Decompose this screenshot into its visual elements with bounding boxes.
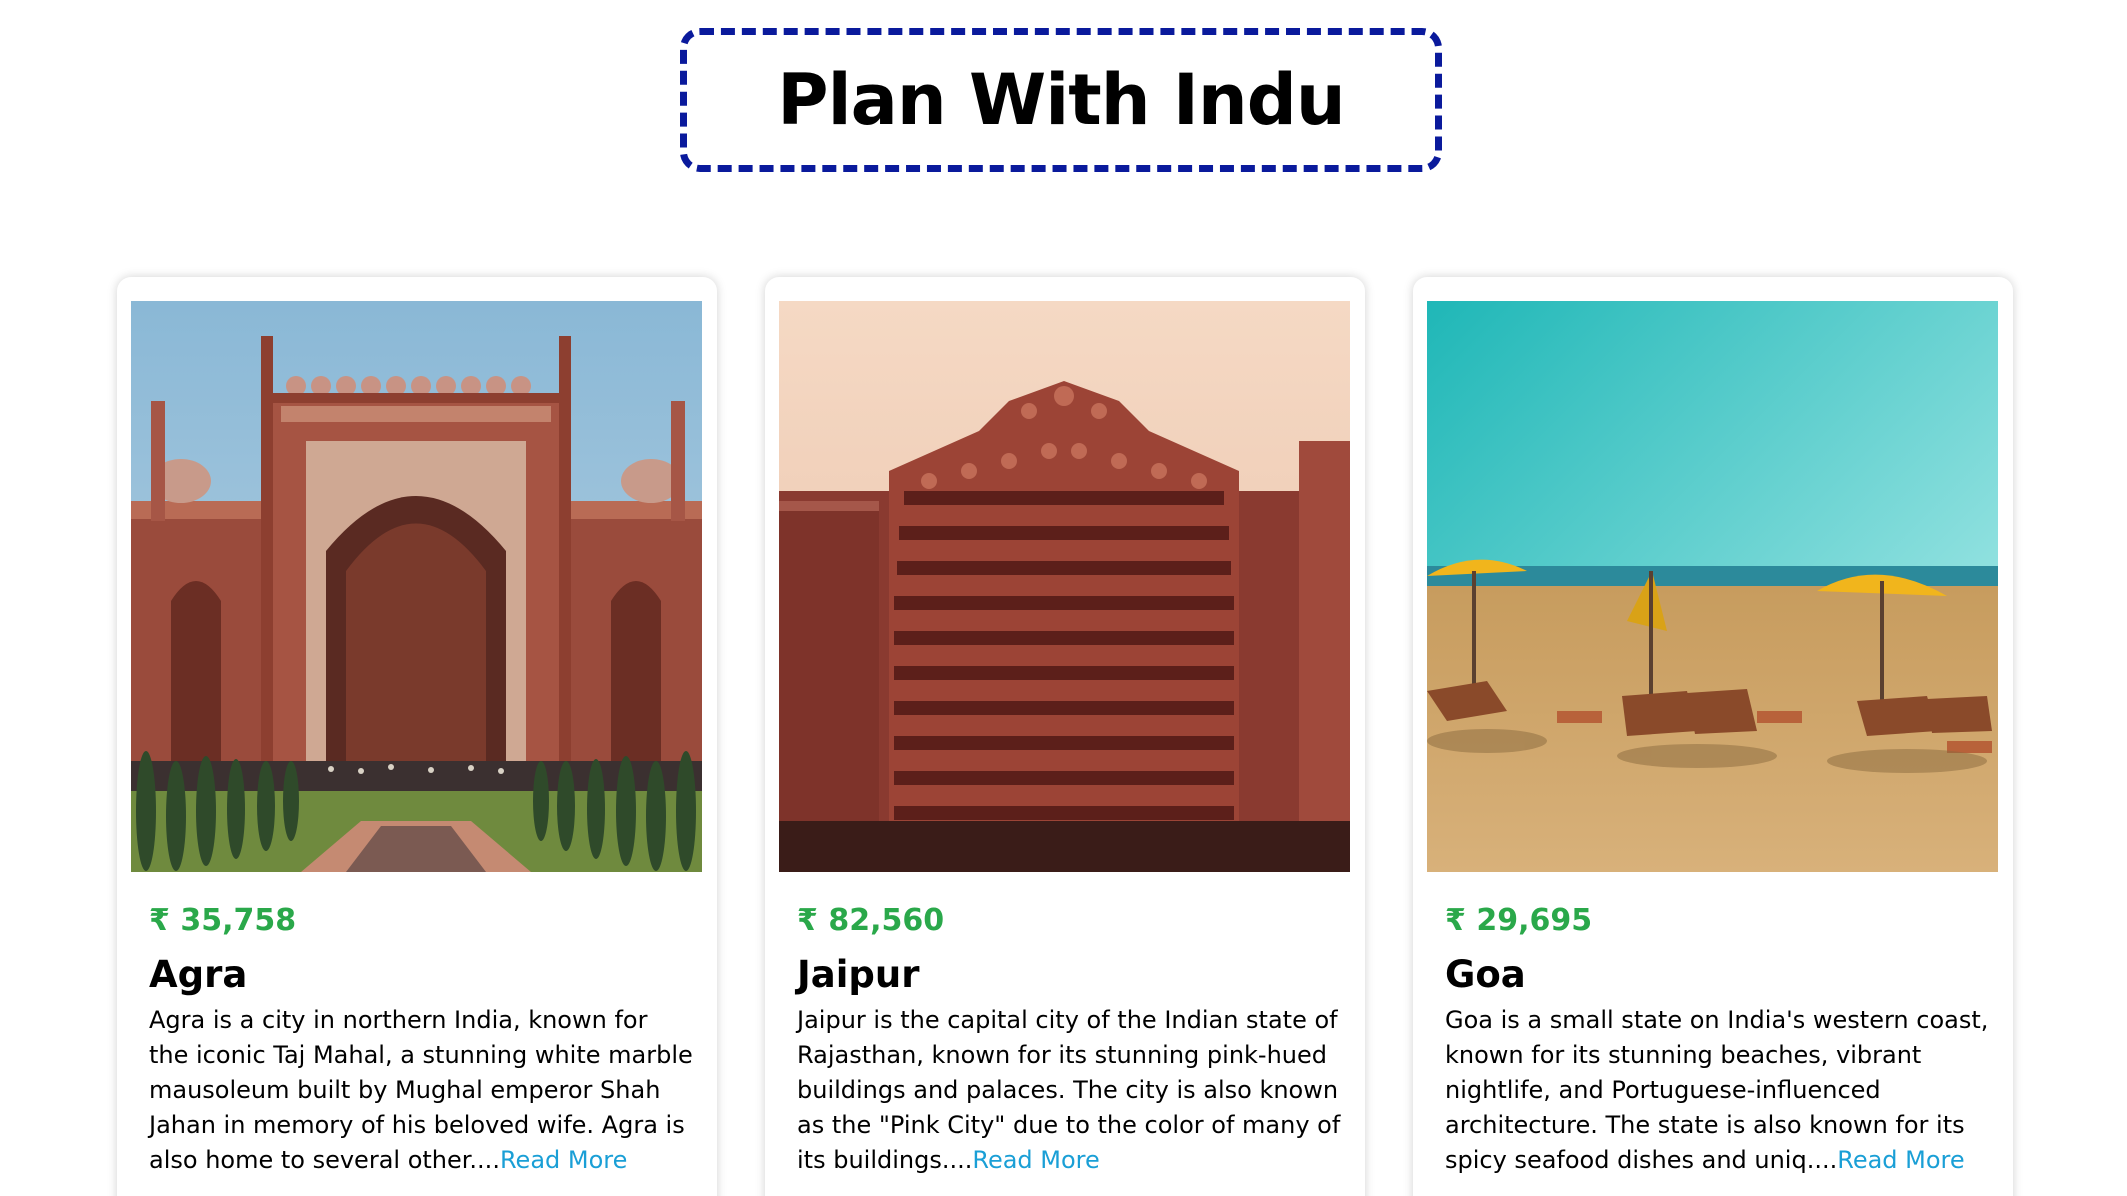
price-label: ₹ 35,758: [149, 903, 297, 938]
destination-name: Goa: [1445, 953, 1526, 996]
agra-image: [131, 301, 702, 872]
destination-card-jaipur: ₹ 82,560 Jaipur Jaipur is the capital ci…: [765, 277, 1365, 1196]
title-box: Plan With Indu: [680, 28, 1442, 172]
destination-card-goa: ₹ 29,695 Goa Goa is a small state on Ind…: [1413, 277, 2013, 1196]
destination-description: Goa is a small state on India's western …: [1445, 1003, 1990, 1178]
price-label: ₹ 29,695: [1445, 903, 1593, 938]
destination-description: Jaipur is the capital city of the Indian…: [797, 1003, 1342, 1178]
read-more-link[interactable]: Read More: [972, 1146, 1099, 1174]
page-title: Plan With Indu: [777, 59, 1345, 141]
goa-image: [1427, 301, 1998, 872]
read-more-link[interactable]: Read More: [1837, 1146, 1964, 1174]
destination-name: Jaipur: [797, 953, 920, 996]
destination-description: Agra is a city in northern India, known …: [149, 1003, 694, 1178]
destination-card-agra: ₹ 35,758 Agra Agra is a city in northern…: [117, 277, 717, 1196]
page: Plan With Indu ₹ 35,758 Agra Agra is a c…: [0, 0, 2127, 1196]
destination-name: Agra: [149, 953, 248, 996]
price-label: ₹ 82,560: [797, 903, 945, 938]
read-more-link[interactable]: Read More: [500, 1146, 627, 1174]
jaipur-image: [779, 301, 1350, 872]
